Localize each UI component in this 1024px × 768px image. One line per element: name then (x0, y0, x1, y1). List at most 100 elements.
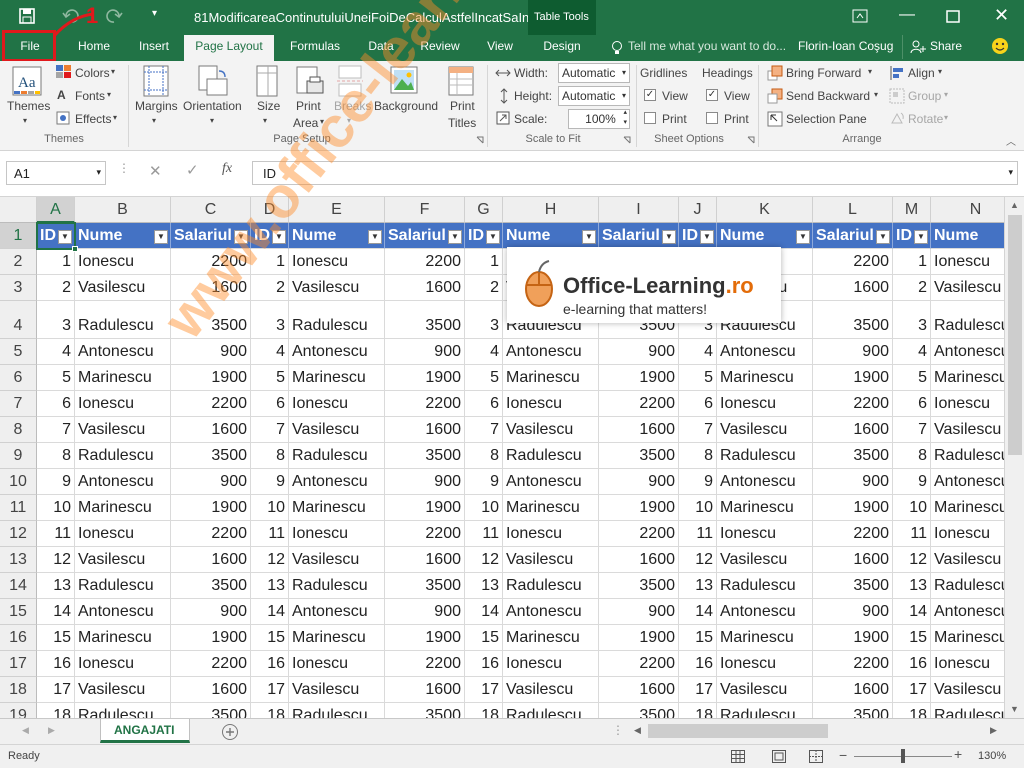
table-cell[interactable]: 16 (37, 651, 75, 677)
table-cell[interactable]: 3 (465, 301, 503, 339)
table-cell[interactable]: 13 (465, 573, 503, 599)
filter-dropdown-icon[interactable]: ▼ (700, 230, 714, 244)
column-header[interactable]: F (385, 197, 465, 223)
table-cell[interactable]: 6 (465, 391, 503, 417)
table-cell[interactable]: 7 (465, 417, 503, 443)
table-cell[interactable]: 900 (385, 469, 465, 495)
table-cell[interactable]: Antonescu (717, 339, 813, 365)
table-cell[interactable]: Antonescu (289, 339, 385, 365)
tab-design[interactable]: Design (532, 35, 592, 61)
row-header[interactable]: 2 (0, 249, 37, 275)
table-cell[interactable]: Ionescu (503, 521, 599, 547)
table-cell[interactable]: Radulescu (503, 703, 599, 718)
table-cell[interactable]: Radulescu (503, 443, 599, 469)
table-cell[interactable]: 1600 (385, 547, 465, 573)
table-cell[interactable]: 1600 (385, 417, 465, 443)
table-cell[interactable]: 900 (599, 469, 679, 495)
table-cell[interactable]: 1600 (813, 275, 893, 301)
table-cell[interactable]: Vasilescu (75, 417, 171, 443)
tab-review[interactable]: Review (412, 35, 468, 61)
filter-dropdown-icon[interactable]: ▼ (876, 230, 890, 244)
table-cell[interactable]: 3500 (599, 443, 679, 469)
row-header[interactable]: 7 (0, 391, 37, 417)
table-cell[interactable]: 2200 (385, 521, 465, 547)
filter-dropdown-icon[interactable]: ▼ (154, 230, 168, 244)
table-cell[interactable]: 15 (893, 625, 931, 651)
table-header-cell[interactable]: Nume▼ (931, 223, 1004, 249)
size-button[interactable]: Size (257, 99, 280, 113)
table-cell[interactable]: 2200 (813, 521, 893, 547)
table-cell[interactable]: 11 (251, 521, 289, 547)
table-cell[interactable]: 12 (679, 547, 717, 573)
tab-page-layout[interactable]: Page Layout (184, 35, 274, 61)
table-cell[interactable]: 1600 (171, 547, 251, 573)
table-header-cell[interactable]: Salariul ▼ (171, 223, 251, 249)
table-cell[interactable]: 8 (251, 443, 289, 469)
table-cell[interactable]: Ionescu (75, 391, 171, 417)
table-cell[interactable]: Vasilescu (717, 547, 813, 573)
table-cell[interactable]: Radulescu (931, 703, 1004, 718)
table-cell[interactable]: 10 (893, 495, 931, 521)
column-header[interactable]: K (717, 197, 813, 223)
column-header[interactable]: G (465, 197, 503, 223)
save-icon[interactable] (18, 7, 36, 25)
ribbon-display-icon[interactable] (852, 9, 868, 23)
table-header-cell[interactable]: Salariul ▼ (385, 223, 465, 249)
table-cell[interactable]: Radulescu (289, 443, 385, 469)
filter-dropdown-icon[interactable]: ▼ (234, 230, 248, 244)
table-header-cell[interactable]: ID ▼ (465, 223, 503, 249)
table-cell[interactable]: 1900 (385, 625, 465, 651)
themes-button[interactable]: Aa (10, 65, 46, 99)
row-header[interactable]: 9 (0, 443, 37, 469)
table-cell[interactable]: 1 (251, 249, 289, 275)
table-header-cell[interactable]: Salariul ▼ (813, 223, 893, 249)
table-cell[interactable]: 1900 (813, 365, 893, 391)
filter-dropdown-icon[interactable]: ▼ (662, 230, 676, 244)
table-cell[interactable]: Vasilescu (503, 417, 599, 443)
table-cell[interactable]: 10 (251, 495, 289, 521)
group-button[interactable]: Group (908, 89, 941, 103)
row-header[interactable]: 18 (0, 677, 37, 703)
table-cell[interactable]: 1600 (171, 275, 251, 301)
effects-button[interactable]: Effects (75, 112, 111, 126)
table-cell[interactable]: 8 (37, 443, 75, 469)
table-cell[interactable]: 900 (813, 469, 893, 495)
table-cell[interactable]: 1600 (599, 677, 679, 703)
tab-data[interactable]: Data (356, 35, 406, 61)
table-cell[interactable]: 2 (465, 275, 503, 301)
row-header[interactable]: 1 (0, 223, 37, 249)
tab-insert[interactable]: Insert (128, 35, 180, 61)
table-cell[interactable]: 3500 (813, 443, 893, 469)
table-cell[interactable]: 3500 (599, 703, 679, 718)
table-cell[interactable]: Marinescu (289, 365, 385, 391)
table-cell[interactable]: 18 (893, 703, 931, 718)
table-cell[interactable]: 1600 (599, 547, 679, 573)
table-cell[interactable]: Ionescu (717, 651, 813, 677)
table-cell[interactable]: 2200 (599, 521, 679, 547)
zoom-level[interactable]: 130% (978, 750, 1006, 762)
table-cell[interactable]: Antonescu (717, 469, 813, 495)
table-cell[interactable]: Vasilescu (503, 677, 599, 703)
row-header[interactable]: 16 (0, 625, 37, 651)
table-cell[interactable]: Ionescu (503, 391, 599, 417)
table-cell[interactable]: Ionescu (75, 249, 171, 275)
table-cell[interactable]: 12 (893, 547, 931, 573)
column-header[interactable]: C (171, 197, 251, 223)
table-cell[interactable]: 13 (893, 573, 931, 599)
rotate-button[interactable]: Rotate (908, 112, 943, 126)
table-cell[interactable]: Marinescu (931, 495, 1004, 521)
table-cell[interactable]: Ionescu (931, 249, 1004, 275)
drag-handle-icon[interactable]: ⋮ (118, 161, 130, 175)
print-area-button[interactable]: Print (296, 99, 321, 113)
table-cell[interactable]: Antonescu (503, 599, 599, 625)
table-cell[interactable]: 1900 (599, 495, 679, 521)
row-header[interactable]: 4 (0, 301, 37, 339)
column-header[interactable]: E (289, 197, 385, 223)
table-cell[interactable]: Ionescu (503, 651, 599, 677)
table-cell[interactable]: 2200 (813, 249, 893, 275)
vertical-scroll-thumb[interactable] (1008, 215, 1022, 455)
table-cell[interactable]: 1900 (599, 625, 679, 651)
table-cell[interactable]: 16 (465, 651, 503, 677)
spreadsheet-grid[interactable]: A B C D E F G H I J K L M N 1 2 3 4 5 6 7 8 9 10 11 12 13 14 15 16 17 1… (0, 197, 1004, 718)
table-cell[interactable]: 17 (37, 677, 75, 703)
